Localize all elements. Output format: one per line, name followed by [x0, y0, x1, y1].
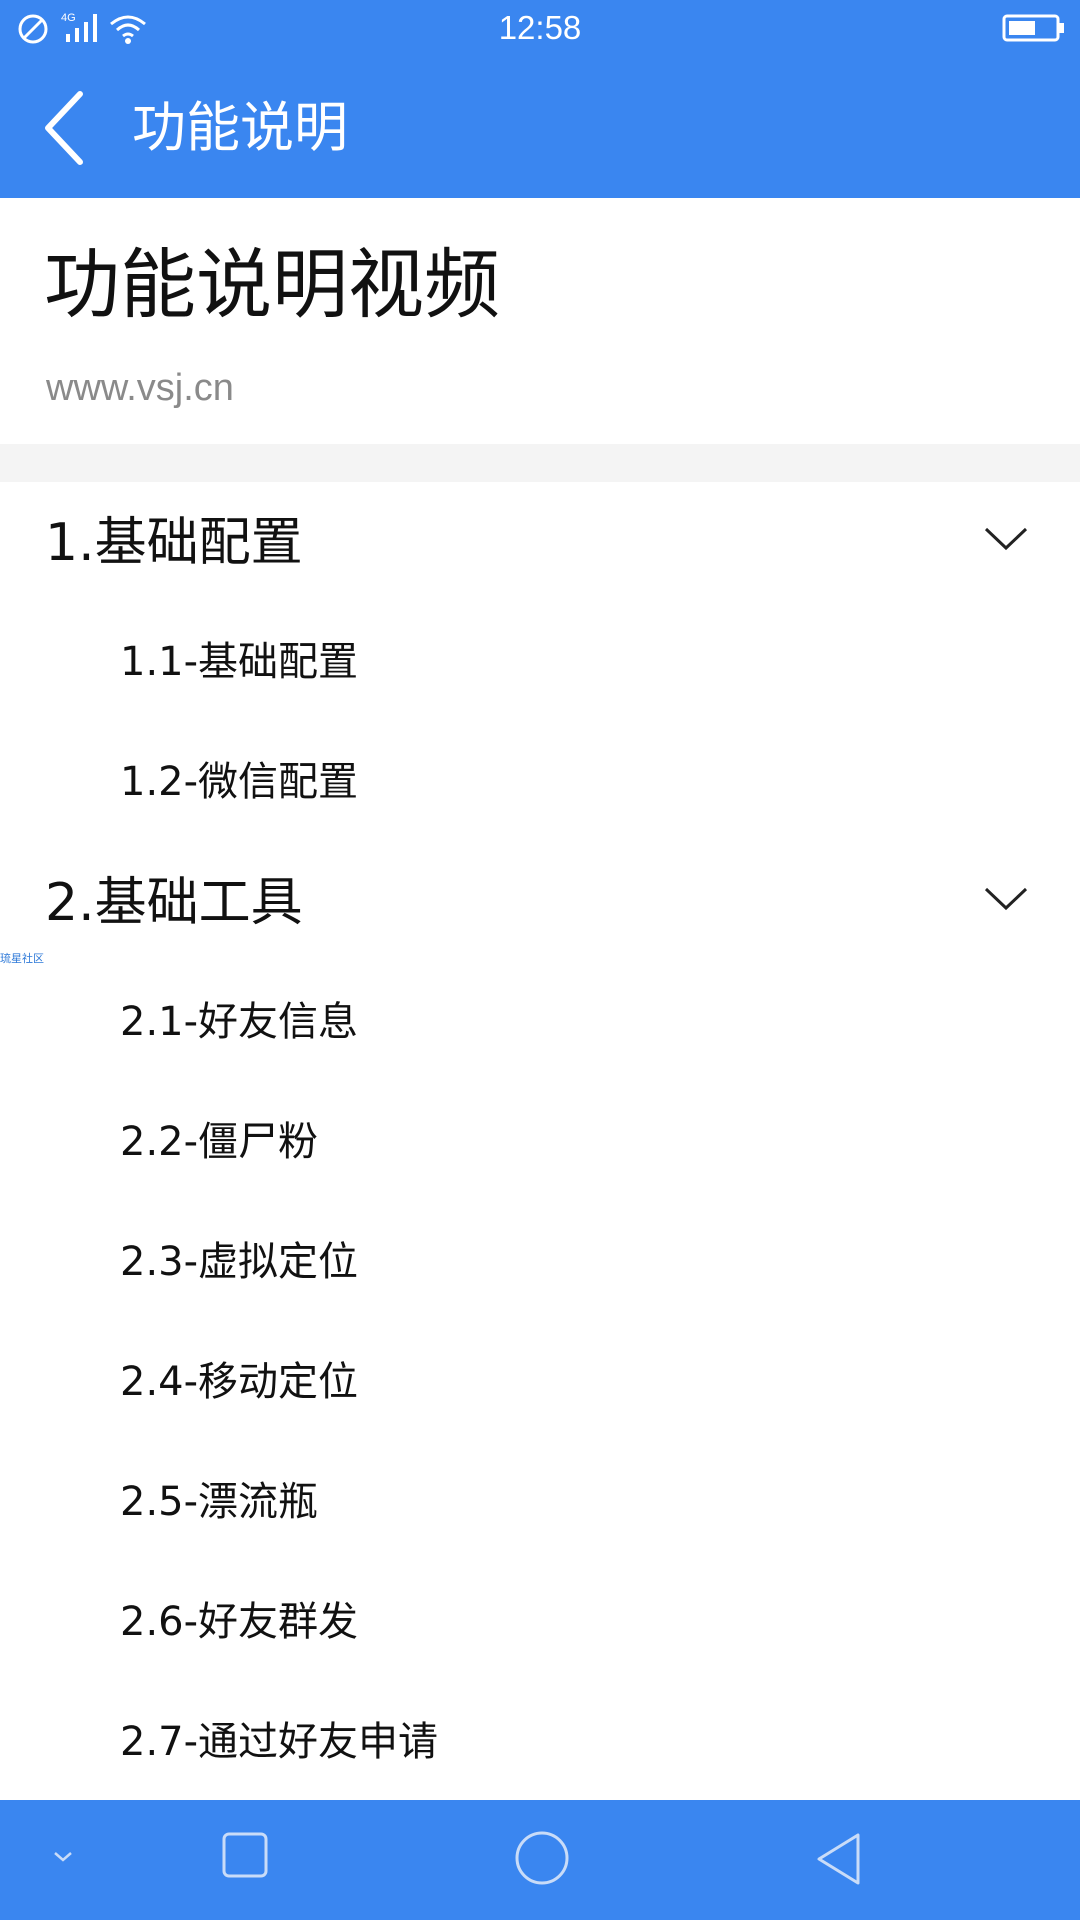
- list-item-label: 1.1-基础配置: [120, 639, 359, 685]
- status-bar: 4G 12:58: [0, 0, 1080, 58]
- list-item-label: 2.6-好友群发: [120, 1599, 359, 1645]
- chevron-down-icon[interactable]: [984, 526, 1028, 552]
- home-icon[interactable]: [514, 1830, 570, 1886]
- page-url: www.vsj.cn: [46, 367, 234, 409]
- header-card: 功能说明视频 www.vsj.cn: [0, 198, 1080, 444]
- page-title: 功能说明视频: [44, 240, 500, 329]
- section-header-basic-config[interactable]: 1.基础配置: [0, 482, 1080, 602]
- list-item-label: 2.3-虚拟定位: [120, 1239, 359, 1285]
- list-item-label: 2.5-漂流瓶: [120, 1479, 319, 1525]
- screen: 4G 12:58 功能说明 功能说明视频 www.vsj.cn 1.基础配置 1…: [0, 0, 1080, 1920]
- collapse-down-icon[interactable]: [52, 1850, 74, 1864]
- back-triangle-icon[interactable]: [814, 1832, 864, 1886]
- list-item-label: 2.1-好友信息: [120, 999, 359, 1045]
- section-title: 2.基础工具: [45, 873, 303, 933]
- list-item-label: 2.2-僵尸粉: [120, 1119, 319, 1165]
- section-title: 1.基础配置: [45, 513, 303, 573]
- list-item[interactable]: 1.2-微信配置: [0, 722, 1080, 842]
- back-button[interactable]: [40, 88, 90, 168]
- list-item[interactable]: 2.5-漂流瓶: [0, 1442, 1080, 1562]
- list-item[interactable]: 2.2-僵尸粉: [0, 1082, 1080, 1202]
- list-item[interactable]: 2.7-通过好友申请: [0, 1682, 1080, 1802]
- status-time: 12:58: [498, 9, 582, 46]
- list-item[interactable]: 2.6-好友群发: [0, 1562, 1080, 1682]
- list-item[interactable]: 2.4-移动定位: [0, 1322, 1080, 1442]
- section-header-basic-tools[interactable]: 2.基础工具: [0, 842, 1080, 962]
- section-divider: [0, 444, 1080, 482]
- watermark: 琉星社区: [0, 952, 44, 965]
- list-item-label: 1.2-微信配置: [120, 759, 359, 805]
- list-item[interactable]: 2.1-好友信息: [0, 962, 1080, 1082]
- battery-icon: [1002, 14, 1064, 42]
- function-list: 1.基础配置 1.1-基础配置 1.2-微信配置 2.基础工具 2.1-好友信息…: [0, 482, 1080, 1802]
- chevron-down-icon[interactable]: [984, 886, 1028, 912]
- app-bar: 功能说明: [0, 58, 1080, 198]
- list-item-label: 2.4-移动定位: [120, 1359, 359, 1405]
- list-item-label: 2.7-通过好友申请: [120, 1719, 439, 1765]
- list-item[interactable]: 2.3-虚拟定位: [0, 1202, 1080, 1322]
- recent-apps-icon[interactable]: [222, 1832, 268, 1878]
- app-bar-title: 功能说明: [132, 96, 348, 159]
- navigation-bar: [0, 1800, 1080, 1920]
- list-item[interactable]: 1.1-基础配置: [0, 602, 1080, 722]
